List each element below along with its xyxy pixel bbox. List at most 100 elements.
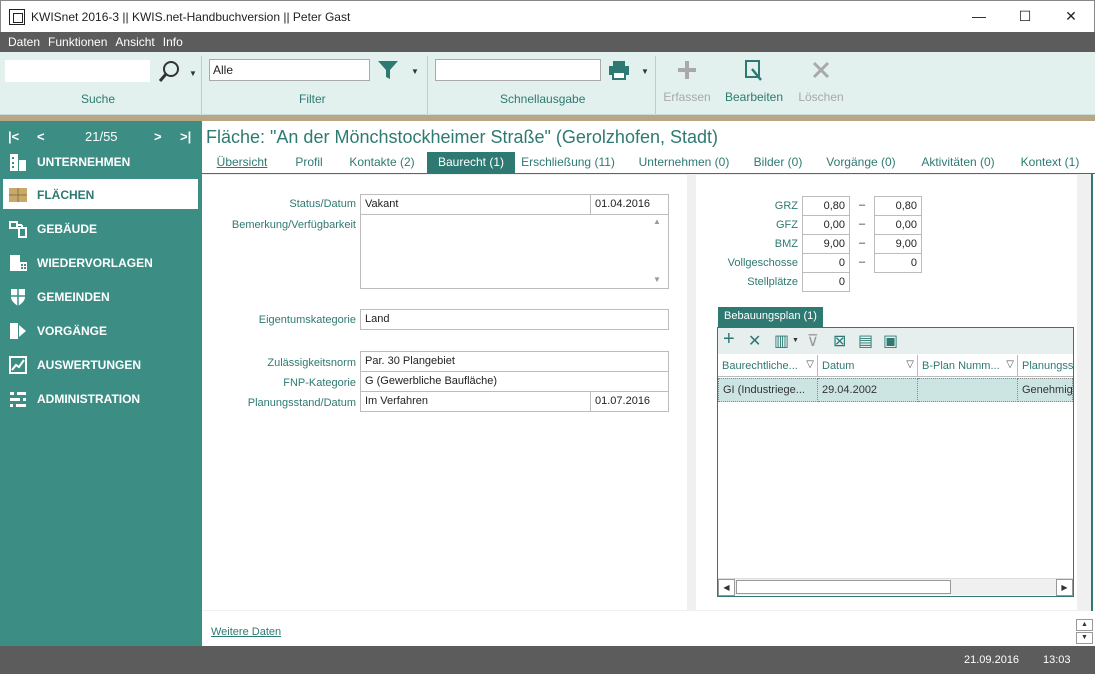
search-dropdown-icon[interactable]: ▼ — [189, 69, 197, 78]
filter-icon[interactable]: ▽ — [1006, 359, 1014, 370]
columns-dropdown-icon[interactable]: ▼ — [792, 337, 799, 344]
nav-label: VORGÄNGE — [37, 324, 108, 338]
nav-item-auswertungen[interactable]: AUSWERTUNGEN — [3, 349, 198, 379]
scroll-right-icon[interactable]: ▶ — [1056, 579, 1073, 596]
status-date-field[interactable]: 01.04.2016 — [590, 194, 669, 215]
tab-kontakte[interactable]: Kontakte (2) — [343, 152, 421, 173]
planning-label: Planungsstand/Datum — [247, 397, 356, 409]
previous-record-icon[interactable]: < — [37, 129, 45, 144]
planning-field[interactable]: Im Verfahren — [360, 391, 591, 412]
excel-export-icon[interactable]: ⊠ — [833, 331, 846, 351]
clear-filter-icon[interactable]: ⊽ — [807, 331, 819, 351]
table-cell[interactable] — [918, 378, 1018, 402]
tab-kontext[interactable]: Kontext (1) — [1015, 152, 1085, 173]
delete-button[interactable]: Löschen — [795, 56, 847, 104]
ribbon: ▼ Suche ▼ Filter ▼ Schnellausgabe Erfass… — [0, 52, 1095, 115]
status-time: 13:03 — [1043, 654, 1071, 666]
search-group-label: Suche — [81, 92, 116, 106]
first-record-icon[interactable]: |< — [8, 129, 19, 144]
horizontal-scrollbar[interactable]: ◀ ▶ — [718, 578, 1073, 596]
close-button[interactable]: ✕ — [1048, 1, 1094, 32]
tab-bilder[interactable]: Bilder (0) — [747, 152, 809, 173]
grz-to-field[interactable]: 0,80 — [874, 196, 922, 216]
filter-icon[interactable] — [377, 59, 399, 86]
create-button[interactable]: Erfassen — [662, 56, 712, 104]
columns-icon[interactable]: ▥ — [774, 331, 789, 351]
nav-label: FLÄCHEN — [37, 188, 95, 202]
column-header[interactable]: Baurechtliche... ▽ — [718, 355, 818, 377]
scroll-left-icon[interactable]: ◀ — [718, 579, 735, 596]
ownership-field[interactable]: Land — [360, 309, 669, 330]
print-dropdown-icon[interactable]: ▼ — [641, 67, 649, 76]
fnp-field[interactable]: G (Gewerbliche Baufläche) — [360, 371, 669, 392]
column-header[interactable]: B-Plan Numm... ▽ — [918, 355, 1018, 377]
filter-input[interactable] — [209, 59, 370, 81]
remove-row-icon[interactable]: ✕ — [748, 331, 761, 351]
tab-vorgaenge[interactable]: Vorgänge (0) — [819, 152, 903, 173]
menu-daten[interactable]: Daten — [0, 32, 44, 49]
nav-label: GEBÄUDE — [37, 222, 98, 236]
last-record-icon[interactable]: >| — [180, 129, 191, 144]
bmz-to-field[interactable]: 9,00 — [874, 234, 922, 254]
table-cell[interactable]: Genehmig — [1018, 378, 1073, 402]
spin-down-icon[interactable]: ▼ — [1076, 632, 1093, 644]
nav-item-administration[interactable]: ADMINISTRATION — [3, 383, 198, 413]
spin-up-icon[interactable]: ▲ — [1076, 619, 1093, 631]
search-input[interactable] — [5, 60, 150, 82]
window-icon[interactable]: ▤ — [858, 331, 873, 351]
menu-funktionen[interactable]: Funktionen — [44, 32, 111, 49]
nav-item-unternehmen[interactable]: UNTERNEHMEN — [3, 146, 198, 176]
grz-from-field[interactable]: 0,80 — [802, 196, 850, 216]
bplan-tab[interactable]: Bebauungsplan (1) — [718, 307, 823, 327]
nav-label: GEMEINDEN — [37, 290, 110, 304]
tab-uebersicht[interactable]: Übersicht — [210, 152, 274, 173]
filter-icon[interactable]: ▽ — [906, 359, 914, 370]
column-header[interactable]: Planungss — [1018, 355, 1073, 377]
menu-info[interactable]: Info — [159, 32, 187, 49]
nav-label: UNTERNEHMEN — [37, 155, 131, 169]
quick-output-input[interactable] — [435, 59, 601, 81]
scroll-thumb[interactable] — [736, 580, 951, 594]
zoning-field[interactable]: Par. 30 Plangebiet — [360, 351, 669, 372]
maximize-button[interactable]: ☐ — [1002, 1, 1048, 32]
menu-ansicht[interactable]: Ansicht — [111, 32, 158, 49]
nav-item-flaechen[interactable]: FLÄCHEN — [3, 179, 198, 209]
bmz-from-field[interactable]: 9,00 — [802, 234, 850, 254]
tab-erschliessung[interactable]: Erschließung (11) — [520, 152, 616, 173]
nav-item-gebaeude[interactable]: GEBÄUDE — [3, 213, 198, 243]
remark-textarea[interactable] — [360, 214, 669, 289]
nav-item-wiedervorlagen[interactable]: WIEDERVORLAGEN — [3, 247, 198, 277]
nav-item-vorgaenge[interactable]: VORGÄNGE — [3, 315, 198, 345]
shield-icon — [8, 287, 28, 306]
scroll-down-icon[interactable]: ▼ — [653, 275, 661, 284]
tab-aktivitaeten[interactable]: Aktivitäten (0) — [914, 152, 1002, 173]
range-dash: – — [859, 218, 866, 230]
tab-profil[interactable]: Profil — [284, 152, 334, 173]
add-row-icon[interactable]: + — [723, 328, 735, 351]
planning-date-field[interactable]: 01.07.2016 — [590, 391, 669, 412]
nav-item-gemeinden[interactable]: GEMEINDEN — [3, 281, 198, 311]
more-data-link[interactable]: Weitere Daten — [211, 626, 281, 638]
printer-icon[interactable] — [607, 60, 631, 85]
tab-baurecht[interactable]: Baurecht (1) — [427, 152, 515, 173]
status-field[interactable]: Vakant — [360, 194, 591, 215]
status-label: Status/Datum — [289, 198, 356, 210]
table-cell[interactable]: 29.04.2002 — [818, 378, 918, 402]
column-header[interactable]: Datum ▽ — [818, 355, 918, 377]
gfz-to-field[interactable]: 0,00 — [874, 215, 922, 235]
filter-icon[interactable]: ▽ — [806, 359, 814, 370]
tab-unternehmen[interactable]: Unternehmen (0) — [634, 152, 734, 173]
edit-button[interactable]: Bearbeiten — [722, 56, 786, 104]
filter-dropdown-icon[interactable]: ▼ — [411, 67, 419, 76]
next-record-icon[interactable]: > — [154, 129, 162, 144]
multi-window-icon[interactable]: ▣ — [883, 331, 898, 351]
floors-to-field[interactable]: 0 — [874, 253, 922, 273]
minimize-button[interactable]: — — [956, 1, 1002, 32]
table-cell[interactable]: GI (Industriege... — [718, 378, 818, 402]
tab-bar: Übersicht Profil Kontakte (2) Baurecht (… — [202, 152, 1095, 173]
parking-field[interactable]: 0 — [802, 272, 850, 292]
search-icon[interactable] — [157, 60, 181, 89]
scroll-up-icon[interactable]: ▲ — [653, 217, 661, 226]
gfz-from-field[interactable]: 0,00 — [802, 215, 850, 235]
floors-from-field[interactable]: 0 — [802, 253, 850, 273]
